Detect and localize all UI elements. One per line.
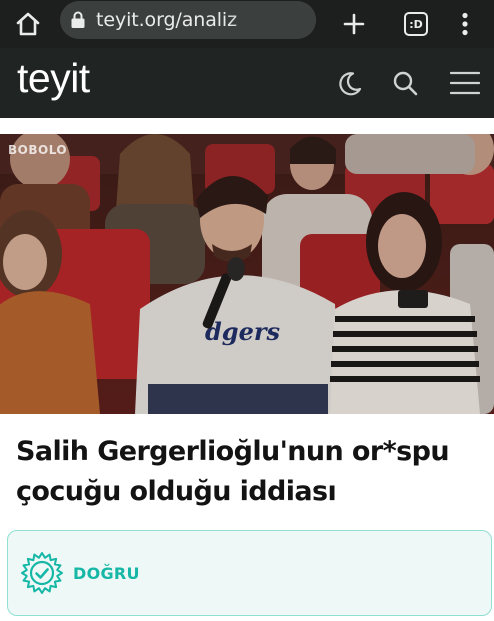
- address-bar[interactable]: teyit.org/analiz: [60, 1, 316, 39]
- plus-icon: [343, 13, 365, 35]
- home-icon: [16, 12, 40, 36]
- url-text: teyit.org/analiz: [96, 9, 237, 31]
- home-button[interactable]: [6, 0, 50, 48]
- tab-switcher-icon: :D: [404, 12, 428, 36]
- verdict-label: DOĞRU: [73, 564, 140, 583]
- hamburger-menu-icon: [450, 71, 480, 95]
- dark-mode-toggle[interactable]: [330, 48, 370, 118]
- tab-switcher-button[interactable]: :D: [396, 0, 436, 48]
- new-tab-button[interactable]: [334, 0, 374, 48]
- lock-icon: [60, 1, 96, 39]
- verdict-card[interactable]: DOĞRU: [7, 530, 492, 616]
- site-header: teyit: [0, 48, 494, 118]
- site-logo[interactable]: teyit: [17, 55, 90, 102]
- moon-icon: [339, 72, 362, 96]
- browser-menu-button[interactable]: [450, 0, 480, 48]
- verified-badge-icon: [21, 552, 63, 594]
- browser-toolbar: teyit.org/analiz :D: [0, 0, 494, 48]
- search-icon: [393, 71, 418, 96]
- search-button[interactable]: [385, 48, 425, 118]
- image-watermark: BOBOLO: [8, 143, 68, 157]
- more-vert-icon: [462, 12, 468, 36]
- audience-photo: dgers: [0, 134, 494, 414]
- article-title: Salih Gergerlioğlu'nun or*spu çocuğu old…: [16, 436, 450, 507]
- url-fade: [226, 1, 316, 39]
- menu-button[interactable]: [444, 48, 486, 118]
- article-hero-image: dgers BOBOLO: [0, 134, 494, 414]
- badge-outline: [21, 552, 63, 594]
